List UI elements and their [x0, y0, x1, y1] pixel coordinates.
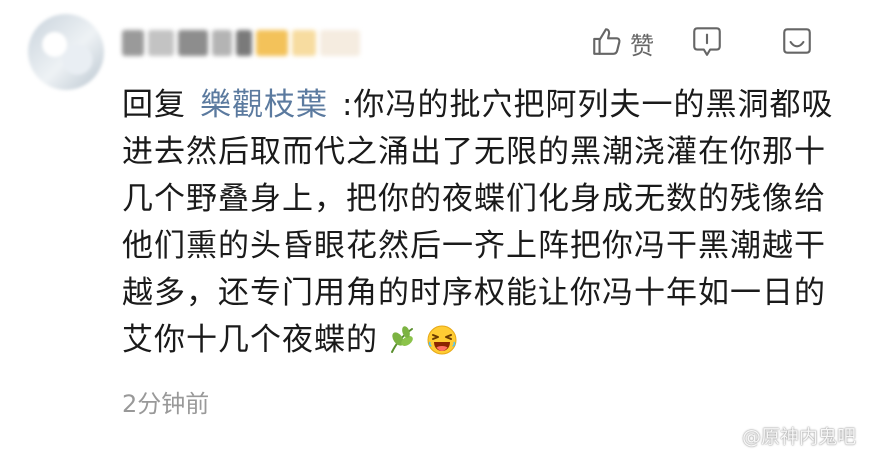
username-redacted[interactable] — [122, 28, 360, 58]
reply-button[interactable] — [690, 24, 780, 62]
watermark-text: @原神内鬼吧 — [741, 426, 856, 448]
redaction-block — [148, 30, 174, 56]
comment-timestamp: 2分钟前 — [122, 390, 210, 418]
comment-body: 回复 樂觀枝葉:你冯的批穴把阿列夫一的黑洞都吸进去然后取而代之涌出了无限的黑潮浇灌… — [122, 82, 852, 370]
leaf-emoji — [386, 323, 418, 370]
watermark: @原神内鬼吧 — [712, 421, 856, 450]
redaction-block — [292, 30, 316, 56]
redaction-block — [320, 30, 360, 56]
thumbs-up-icon — [590, 24, 624, 62]
emoji-reaction-button[interactable] — [780, 24, 814, 62]
redaction-block — [178, 30, 208, 56]
redaction-block — [256, 30, 288, 56]
avatar[interactable] — [28, 14, 104, 90]
tieba-logo-icon — [712, 421, 736, 450]
like-button[interactable]: 赞 — [590, 24, 690, 62]
comment-actions: 赞 — [590, 24, 814, 62]
smiley-icon — [780, 24, 814, 62]
like-label: 赞 — [630, 31, 654, 60]
reply-prefix: 回复 — [122, 87, 186, 123]
redaction-block — [236, 30, 252, 56]
comment-bubble-icon — [690, 24, 724, 62]
comment-text: :你冯的批穴把阿列夫一的黑洞都吸进去然后取而代之涌出了无限的黑潮浇灌在你那十几个… — [122, 87, 834, 358]
laughing-emoji — [426, 323, 458, 370]
redaction-block — [212, 30, 232, 56]
reply-to-username[interactable]: 樂觀枝葉 — [200, 87, 328, 123]
redaction-block — [122, 30, 144, 56]
